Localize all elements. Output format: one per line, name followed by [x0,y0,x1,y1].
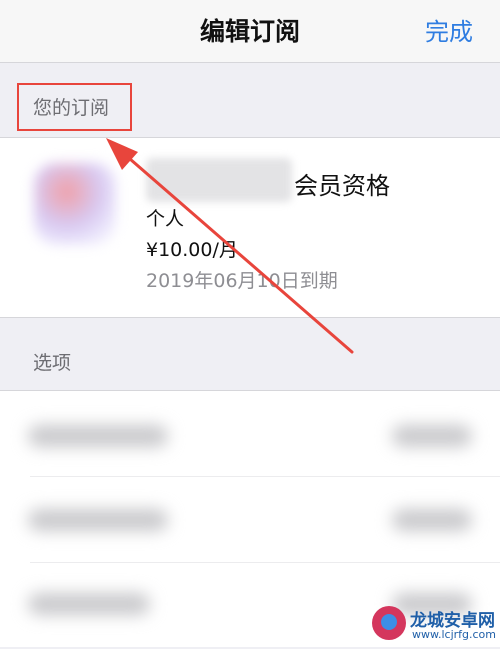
annotation-arrow [106,138,354,354]
watermark-url: www.lcjrfg.com [412,628,497,641]
watermark: 龙城安卓网 www.lcjrfg.com [372,604,500,646]
arrow-shaft [120,150,354,354]
arrow-head [106,138,138,170]
watermark-logo-icon [372,606,406,640]
